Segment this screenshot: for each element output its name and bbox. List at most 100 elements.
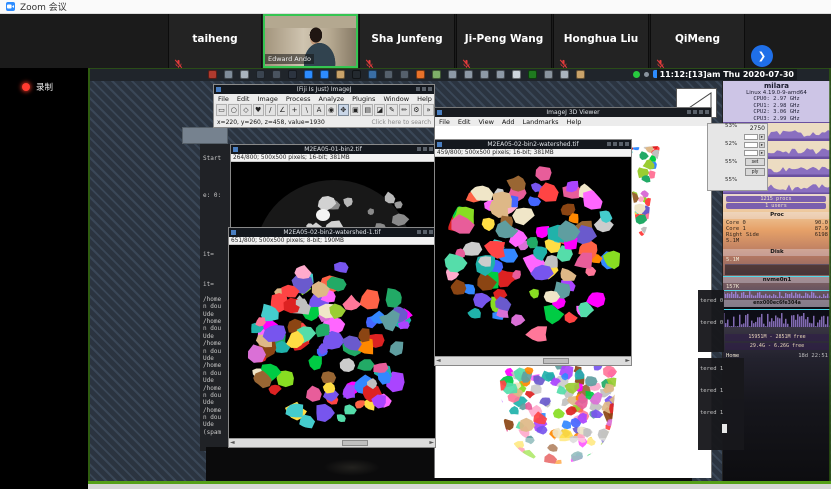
window-b-canvas[interactable] [229,245,435,438]
window-c-canvas[interactable] [435,157,631,356]
participant-video-edward-ando[interactable]: Edward Ando [263,14,358,68]
imagej-titlebar[interactable]: (Fiji Is Just) ImageJ [214,85,434,94]
apply-button[interactable]: ply [745,168,765,176]
taskbar-icon-folder[interactable] [336,70,345,79]
window-c-titlebar[interactable]: M2EA05-02-bin2-watershed.tif [435,140,631,149]
imagej-tool-8[interactable]: A [313,104,324,116]
imagej-tool-13[interactable]: ◪ [374,104,385,116]
taskbar-icon-tool-gray[interactable] [560,70,569,79]
menu-process[interactable]: Process [286,95,311,103]
image-window-b[interactable]: M2EA05-02-bin2-watershed-1.tif 651/800; … [228,227,436,448]
imagej-tool-4[interactable]: / [265,104,276,116]
imagej-tool-3[interactable]: ♥ [253,104,264,116]
menu-image[interactable]: Image [257,95,277,103]
threshold-panel[interactable]: 2750 ▸ ▸ ▸ set ply [707,123,768,191]
taskbar-icon-app-red[interactable] [208,70,217,79]
window-buttons[interactable] [417,230,433,234]
spinner-row[interactable]: ▸ [708,150,765,156]
taskbar-icon-window-gray-3[interactable] [400,70,409,79]
spinner-row[interactable]: ▸ [708,134,765,140]
imagej-tool-17[interactable]: » [423,104,434,116]
search-hint[interactable]: Click here to search [372,119,432,126]
menu-help[interactable]: Help [417,95,432,103]
taskbar-icon-folder-2[interactable] [576,70,585,79]
menu-file[interactable]: File [218,95,229,103]
taskbar-icon-pdf-doc-2[interactable] [464,70,473,79]
set-button[interactable]: set [745,158,765,166]
viewer-menu-landmarks[interactable]: Landmarks [523,118,559,126]
window-buttons[interactable] [416,87,432,91]
menu-window[interactable]: Window [383,95,409,103]
imagej-tool-14[interactable]: ✎ [386,104,397,116]
users-badge: 1 users [726,203,826,209]
menu-plugins[interactable]: Plugins [352,95,375,103]
viewer-menu-view[interactable]: View [478,118,493,126]
window-a-titlebar[interactable]: M2EA05-01-bin2.tif [231,145,435,154]
taskbar-icon-doc-green[interactable] [432,70,441,79]
imagej-tool-15[interactable]: ✏ [399,104,410,116]
taskbar-icon-app-black[interactable] [352,70,361,79]
taskbar-icon-terminal-dark[interactable] [288,70,297,79]
viewer-menu-edit[interactable]: Edit [458,118,471,126]
window-buttons[interactable] [607,142,629,146]
menu-analyze[interactable]: Analyze [319,95,345,103]
imagej-main-window[interactable]: (Fiji Is Just) ImageJ File Edit Image Proce… [213,84,435,128]
terminal-line: tered 0 [698,290,724,312]
taskbar-icon-window-dark[interactable] [256,70,265,79]
terminal-right-bottom[interactable]: tered 1tered 1tered 1 [698,358,744,450]
participant-tile-honghua-liu[interactable]: Honghua Liu [553,14,649,68]
imagej-tool-1[interactable]: ○ [228,104,239,116]
taskbar-icon-pdf-doc-1[interactable] [448,70,457,79]
viewer-menu-add[interactable]: Add [502,118,515,126]
window-buttons[interactable] [417,147,433,151]
terminal-line [203,207,230,214]
window-c-hscrollbar[interactable]: ◄► [435,356,631,365]
taskbar-icon-windows-double[interactable] [240,70,249,79]
imagej-tool-16[interactable]: ⚙ [411,104,422,116]
viewer-menu-help[interactable]: Help [567,118,582,126]
terminal-window[interactable]: Starte: 0:it=it=/homen douUde/homen douU… [200,144,230,451]
participant-tile-taiheng[interactable]: taiheng [168,14,262,68]
taskbar-icon-doc-white[interactable] [512,70,521,79]
participant-tile-jipeng-wang[interactable]: Ji-Peng Wang [456,14,552,68]
taskbar-icon-speaker[interactable] [544,70,553,79]
viewer-titlebar[interactable]: ImageJ 3D Viewer [435,108,711,117]
imagej-tool-7[interactable]: \ [301,104,312,116]
window-b-titlebar[interactable]: M2EA05-02-bin2-watershed-1.tif [229,228,435,237]
terminal-line: n dou [203,370,230,377]
terminal-right-top[interactable]: tered 0tered 0 [698,290,724,352]
participant-tile-sha-junfeng[interactable]: Sha Junfeng [359,14,455,68]
pixel-coordinates: x=220, y=260, z=458, value=1930 [217,119,325,126]
window-buttons[interactable] [687,110,709,114]
terminal-titlebar[interactable] [182,127,228,144]
taskbar-icon-zoom-blue[interactable] [304,70,313,79]
taskbar-icon-pdf-doc-4[interactable] [496,70,505,79]
taskbar-icon-window-gray[interactable] [224,70,233,79]
taskbar-icon-window-gray-2[interactable] [384,70,393,79]
imagej-tool-2[interactable]: ◇ [240,104,251,116]
participant-tile-qimeng[interactable]: QiMeng [650,14,745,68]
taskbar-icon-pdf-doc-3[interactable] [480,70,489,79]
imagej-tool-11[interactable]: ▣ [350,104,361,116]
taskbar-icon-screen-green[interactable] [528,70,537,79]
window-b-hscrollbar[interactable]: ◄► [229,438,435,447]
next-participants-button[interactable]: ❯ [751,45,773,67]
bottom-edge [0,484,831,489]
menu-edit[interactable]: Edit [237,95,250,103]
taskbar-icon-firefox-orange[interactable] [416,70,425,79]
imagej-tool-5[interactable]: ∠ [277,104,288,116]
terminal-line: /home [203,407,230,414]
taskbar-icon-editor-blue[interactable] [368,70,377,79]
imagej-tool-9[interactable]: ◉ [326,104,337,116]
taskbar-icon-zoom-blue-2[interactable] [320,70,329,79]
image-window-c[interactable]: M2EA05-02-bin2-watershed.tif 459/800; 50… [434,139,632,366]
imagej-tool-6[interactable]: + [289,104,300,116]
taskbar-icon-window-dark-2[interactable] [272,70,281,79]
disk-graph [725,264,829,275]
status-green-icon [633,71,640,78]
viewer-menu-file[interactable]: File [439,118,450,126]
disk-section-header: Disk [723,249,830,256]
imagej-tool-0[interactable]: ▭ [216,104,227,116]
imagej-tool-12[interactable]: ▤ [362,104,373,116]
imagej-tool-10[interactable]: ✥ [338,104,349,116]
